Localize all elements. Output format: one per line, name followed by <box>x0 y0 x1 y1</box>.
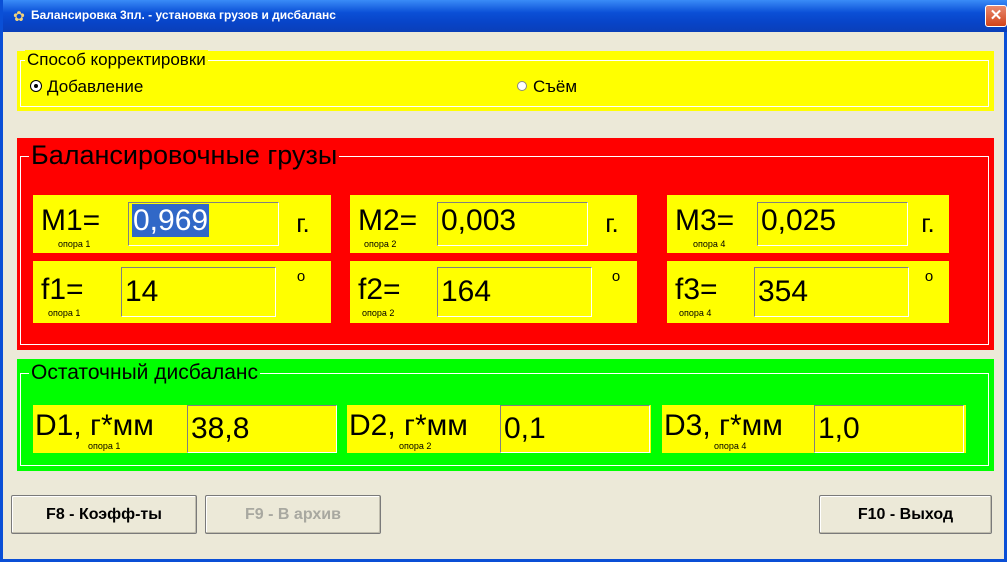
mass-2-cell: M2= опора 2 0,003 г. <box>350 195 637 253</box>
angle-2-label: f2= <box>358 273 401 306</box>
mass-2-input[interactable]: 0,003 <box>437 202 588 246</box>
angle-3-cell: f3= опора 4 354 o <box>667 261 949 323</box>
balancing-weights-group: Балансировочные грузы M1= опора 1 0,969 … <box>17 138 994 350</box>
mass-1-label: M1= <box>41 204 101 237</box>
residual-3-value: 1,0 <box>814 405 964 453</box>
radio-add-label: Добавление <box>47 77 144 96</box>
residual-1-support: опора 1 <box>88 441 121 451</box>
residual-3-label: D3, г*мм <box>664 409 783 442</box>
mass-3-support: опора 4 <box>693 239 726 249</box>
angle-1-cell: f1= опора 1 14 o <box>33 261 331 323</box>
angle-3-support: опора 4 <box>679 308 712 318</box>
balancing-weights-legend: Балансировочные грузы <box>29 140 340 170</box>
radio-add[interactable]: Добавление <box>31 77 143 97</box>
residual-1-value: 38,8 <box>187 405 337 453</box>
angle-2-input[interactable]: 164 <box>437 267 592 317</box>
angle-1-input[interactable]: 14 <box>121 267 276 317</box>
mass-3-input[interactable]: 0,025 <box>757 202 908 246</box>
correction-mode-legend: Способ корректировки <box>25 50 208 70</box>
residual-1-cell: D1, г*мм опора 1 38,8 <box>33 405 337 453</box>
angle-3-label: f3= <box>675 273 718 306</box>
mass-3-cell: M3= опора 4 0,025 г. <box>667 195 949 253</box>
mass-3-unit: г. <box>921 208 935 238</box>
mass-2-label: M2= <box>358 204 418 237</box>
window-title: Балансировка 3пл. - установка грузов и д… <box>31 8 336 22</box>
coefficients-button[interactable]: F8 - Коэфф-ты <box>11 495 197 534</box>
residual-3-cell: D3, г*мм опора 4 1,0 <box>662 405 966 453</box>
exit-button[interactable]: F10 - Выход <box>819 495 992 534</box>
radio-selected-icon <box>31 81 41 91</box>
mass-1-support: опора 1 <box>58 239 91 249</box>
client-area: Способ корректировки Добавление Съём Бал… <box>6 32 1004 559</box>
archive-button[interactable]: F9 - В архив <box>205 495 381 534</box>
residual-2-value: 0,1 <box>500 405 650 453</box>
residual-2-support: опора 2 <box>399 441 432 451</box>
angle-1-unit: o <box>296 268 306 285</box>
mass-2-support: опора 2 <box>364 239 397 249</box>
residual-1-label: D1, г*мм <box>35 409 154 442</box>
angle-3-input[interactable]: 354 <box>754 267 909 317</box>
mass-3-label: M3= <box>675 204 735 237</box>
mass-2-unit: г. <box>605 208 619 238</box>
main-window: ✿ Балансировка 3пл. - установка грузов и… <box>0 0 1007 562</box>
angle-2-cell: f2= опора 2 164 o <box>350 261 637 323</box>
residual-2-label: D2, г*мм <box>349 409 468 442</box>
angle-1-label: f1= <box>41 273 84 306</box>
angle-2-support: опора 2 <box>362 308 395 318</box>
angle-3-unit: o <box>924 268 934 285</box>
residual-3-support: опора 4 <box>714 441 747 451</box>
close-button[interactable]: ✕ <box>985 5 1007 27</box>
angle-2-unit: o <box>611 268 621 285</box>
radio-unselected-icon <box>517 81 527 91</box>
mass-1-unit: г. <box>296 208 310 238</box>
gear-icon: ✿ <box>13 8 25 24</box>
radio-remove[interactable]: Съём <box>517 77 577 97</box>
mass-1-input[interactable]: 0,969 <box>128 202 279 246</box>
residual-2-cell: D2, г*мм опора 2 0,1 <box>347 405 651 453</box>
correction-mode-group: Способ корректировки Добавление Съём <box>17 50 994 111</box>
radio-remove-label: Съём <box>533 77 578 96</box>
mass-1-cell: M1= опора 1 0,969 г. <box>33 195 331 253</box>
angle-1-support: опора 1 <box>48 308 81 318</box>
title-bar[interactable]: ✿ Балансировка 3пл. - установка грузов и… <box>3 0 1007 32</box>
residual-unbalance-legend: Остаточный дисбаланс <box>29 361 260 385</box>
residual-unbalance-group: Остаточный дисбаланс D1, г*мм опора 1 38… <box>17 359 994 471</box>
